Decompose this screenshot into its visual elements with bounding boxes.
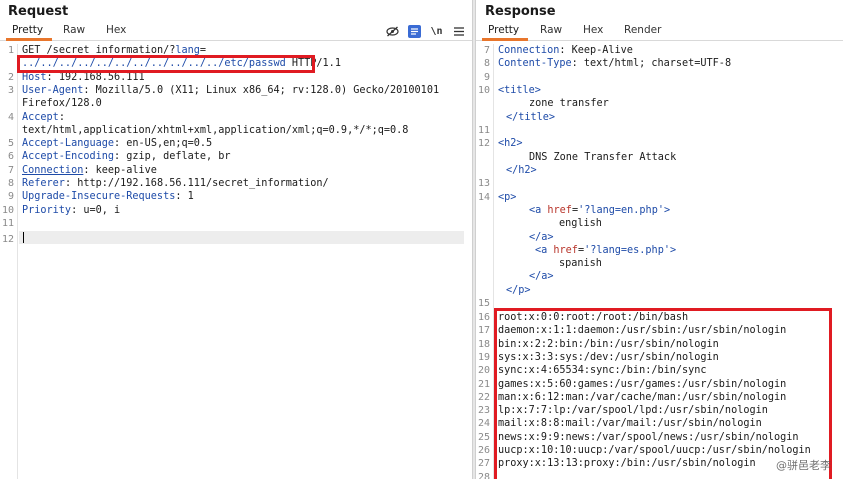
line-number: 11 bbox=[1, 217, 14, 229]
response-line: Connection: Keep-Alive bbox=[498, 45, 633, 56]
menu-icon[interactable] bbox=[452, 25, 465, 38]
line-number: 19 bbox=[477, 351, 490, 363]
line-number: 9 bbox=[7, 191, 14, 203]
request-line: Priority: u=0, i bbox=[22, 204, 121, 216]
response-line: </a> bbox=[529, 271, 554, 283]
response-line: <a href='?lang=es.php'> bbox=[535, 244, 677, 256]
line-number: 2 bbox=[7, 71, 14, 83]
line-number: 13 bbox=[477, 178, 490, 190]
line-number: 20 bbox=[477, 365, 490, 377]
request-line-gutter: 1 2 3 4 5 6 7 8 9 10 11 12 bbox=[0, 44, 18, 479]
line-number: 4 bbox=[7, 111, 14, 123]
active-tab-indicator bbox=[482, 38, 528, 41]
line-number: 8 bbox=[7, 178, 14, 189]
request-line: Accept-Encoding: gzip, deflate, br bbox=[22, 151, 231, 163]
response-line: <h2> bbox=[498, 138, 523, 150]
passwd-highlight-box bbox=[494, 308, 832, 479]
line-number: 8 bbox=[483, 58, 490, 70]
line-number: 25 bbox=[477, 431, 490, 443]
response-line: english bbox=[559, 218, 602, 230]
line-number: 6 bbox=[7, 151, 14, 163]
line-number: 26 bbox=[477, 445, 490, 456]
request-tabs: Pretty Raw Hex bbox=[0, 22, 472, 41]
line-number: 7 bbox=[7, 164, 14, 176]
response-line: <title> bbox=[498, 84, 541, 96]
response-line: </p> bbox=[506, 284, 531, 296]
eye-slash-icon[interactable] bbox=[386, 25, 399, 38]
request-line: Referer: http://192.168.56.111/secret_in… bbox=[22, 178, 329, 189]
traversal-highlight-box bbox=[17, 55, 315, 73]
response-line-gutter: 7 8 9 10 11 12 13 14 15 16 17 18 19 20 2… bbox=[476, 44, 494, 479]
current-line-highlight bbox=[19, 231, 464, 244]
line-number: 27 bbox=[477, 458, 490, 470]
line-number: 10 bbox=[1, 204, 14, 216]
line-number: 3 bbox=[7, 84, 14, 96]
response-pane: Response Pretty Raw Hex Render 7 8 9 10 … bbox=[476, 0, 843, 479]
tab-raw[interactable]: Raw bbox=[540, 24, 562, 36]
line-number: 5 bbox=[7, 138, 14, 150]
response-line: zone transfer bbox=[529, 98, 609, 110]
line-number: 12 bbox=[477, 138, 490, 150]
response-title: Response bbox=[485, 4, 556, 19]
line-number: 7 bbox=[483, 45, 490, 56]
line-number: 11 bbox=[477, 125, 490, 136]
line-number: 21 bbox=[477, 378, 490, 390]
line-number: 15 bbox=[477, 298, 490, 309]
newline-icon[interactable]: \n bbox=[430, 25, 443, 38]
tab-pretty[interactable]: Pretty bbox=[12, 24, 43, 36]
request-line: text/html,application/xhtml+xml,applicat… bbox=[22, 124, 409, 136]
request-line: Accept-Language: en-US,en;q=0.5 bbox=[22, 138, 213, 150]
active-tab-indicator bbox=[6, 38, 52, 41]
request-line: Upgrade-Insecure-Requests: 1 bbox=[22, 191, 194, 203]
line-number: 22 bbox=[477, 391, 490, 403]
text-caret bbox=[23, 232, 24, 243]
tab-pretty[interactable]: Pretty bbox=[488, 24, 519, 36]
line-number: 17 bbox=[477, 325, 490, 337]
tab-hex[interactable]: Hex bbox=[583, 24, 603, 36]
line-number: 16 bbox=[477, 312, 490, 323]
response-line: DNS Zone Transfer Attack bbox=[529, 151, 677, 163]
watermark-text: @骈邑老李 bbox=[776, 459, 831, 472]
response-line: Content-Type: text/html; charset=UTF-8 bbox=[498, 58, 732, 70]
response-line: <a href='?lang=en.php'> bbox=[529, 204, 671, 216]
tab-raw[interactable]: Raw bbox=[63, 24, 85, 36]
line-number: 24 bbox=[477, 418, 490, 430]
tab-hex[interactable]: Hex bbox=[106, 24, 126, 36]
request-title: Request bbox=[8, 4, 69, 19]
line-number: 10 bbox=[477, 84, 490, 96]
response-tabs: Pretty Raw Hex Render bbox=[476, 22, 843, 41]
request-line: Accept: bbox=[22, 111, 65, 123]
response-line: </title> bbox=[506, 111, 556, 123]
line-number: 18 bbox=[477, 338, 490, 350]
request-line: Firefox/128.0 bbox=[22, 98, 102, 110]
line-number: 9 bbox=[483, 71, 490, 83]
response-line: </h2> bbox=[506, 164, 537, 176]
request-line: User-Agent: Mozilla/5.0 (X11; Linux x86_… bbox=[22, 84, 440, 96]
response-line: spanish bbox=[559, 258, 602, 270]
response-line: <p> bbox=[498, 191, 517, 203]
pretty-format-icon[interactable] bbox=[408, 25, 421, 38]
line-number: 12 bbox=[1, 234, 14, 245]
request-editor[interactable]: 1 2 3 4 5 6 7 8 9 10 11 12 GET /secret_i… bbox=[0, 44, 472, 479]
request-pane: Request Pretty Raw Hex \n 1 2 3 4 5 6 7 … bbox=[0, 0, 472, 479]
line-number: 28 bbox=[477, 471, 490, 479]
response-editor[interactable]: 7 8 9 10 11 12 13 14 15 16 17 18 19 20 2… bbox=[476, 44, 843, 479]
response-line: </a> bbox=[529, 231, 554, 243]
request-line: Connection: keep-alive bbox=[22, 164, 157, 176]
line-number: 23 bbox=[477, 405, 490, 417]
line-number: 1 bbox=[7, 45, 14, 56]
tab-render[interactable]: Render bbox=[624, 24, 661, 36]
line-number: 14 bbox=[477, 191, 490, 203]
